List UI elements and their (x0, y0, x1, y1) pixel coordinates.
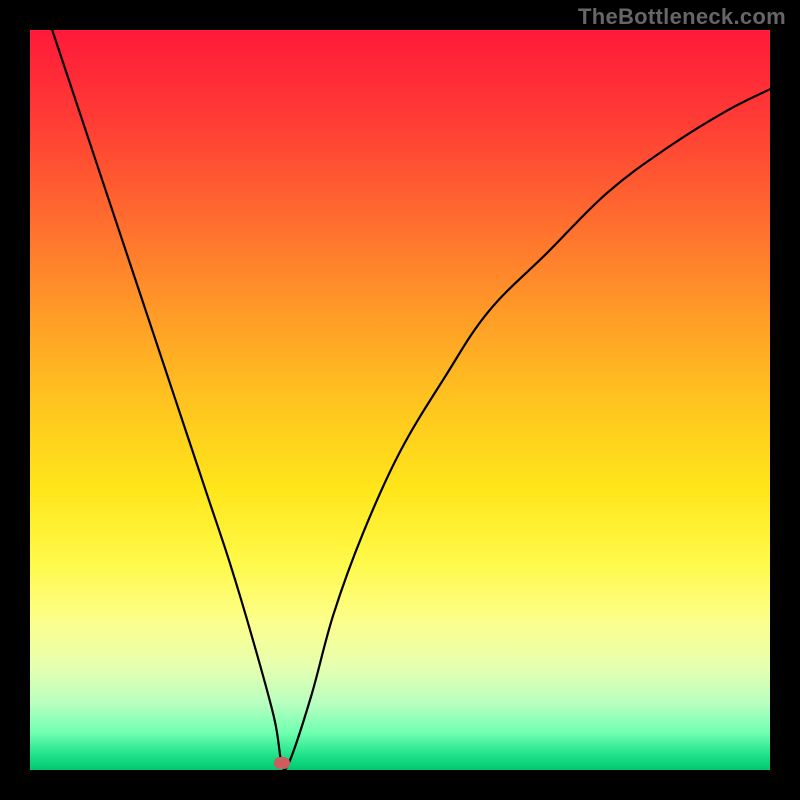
curve-layer (30, 30, 770, 770)
optimal-point-marker (274, 757, 290, 769)
bottleneck-curve (52, 30, 770, 770)
plot-area (30, 30, 770, 770)
chart-frame: TheBottleneck.com (0, 0, 800, 800)
watermark-text: TheBottleneck.com (578, 4, 786, 30)
